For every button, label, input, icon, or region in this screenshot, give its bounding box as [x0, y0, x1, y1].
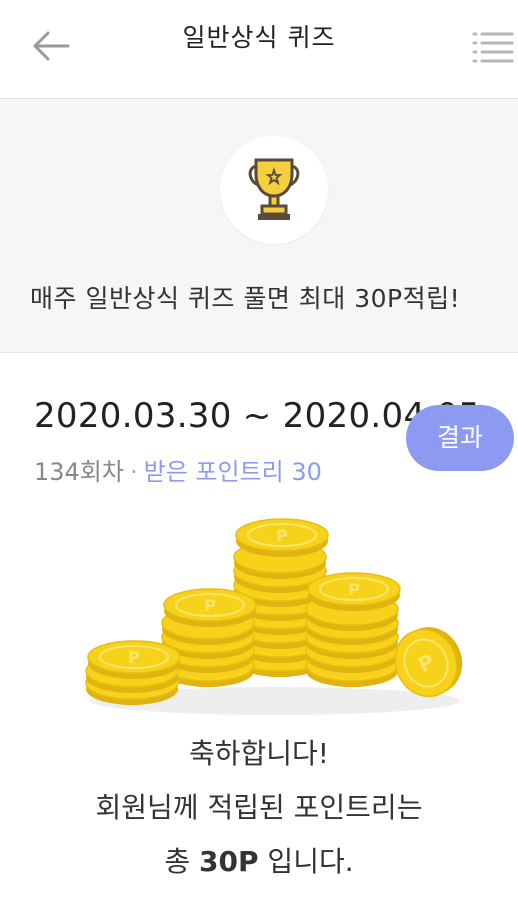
menu-button[interactable] [466, 26, 518, 66]
round-number: 134회차 [34, 458, 124, 486]
coin-stack-illustration: P P [85, 518, 463, 715]
menu-list-icon [472, 32, 514, 63]
quiz-banner: 매주 일반상식 퀴즈 풀면 최대 30P적립! [0, 99, 518, 353]
banner-text: 매주 일반상식 퀴즈 풀면 최대 30P적립! [30, 284, 461, 313]
trophy-badge [220, 136, 328, 244]
congrats-title: 축하합니다! [188, 737, 330, 770]
trophy-icon [248, 158, 300, 220]
total-prefix: 총 [164, 845, 200, 878]
total-suffix: 입니다. [258, 845, 354, 878]
header: 일반상식 퀴즈 [0, 0, 518, 99]
congrats-total: 총 30P 입니다. [0, 840, 518, 880]
result-button[interactable]: 결과 [406, 405, 514, 471]
total-points: 30P [199, 845, 259, 878]
congrats-message: 회원님께 적립된 포인트리는 [95, 791, 423, 824]
received-points: 받은 포인트리 30 [143, 458, 322, 486]
round-info: 134회차 · 받은 포인트리 30 [34, 452, 322, 487]
page-title: 일반상식 퀴즈 [182, 23, 336, 52]
separator-dot: · [129, 458, 138, 486]
